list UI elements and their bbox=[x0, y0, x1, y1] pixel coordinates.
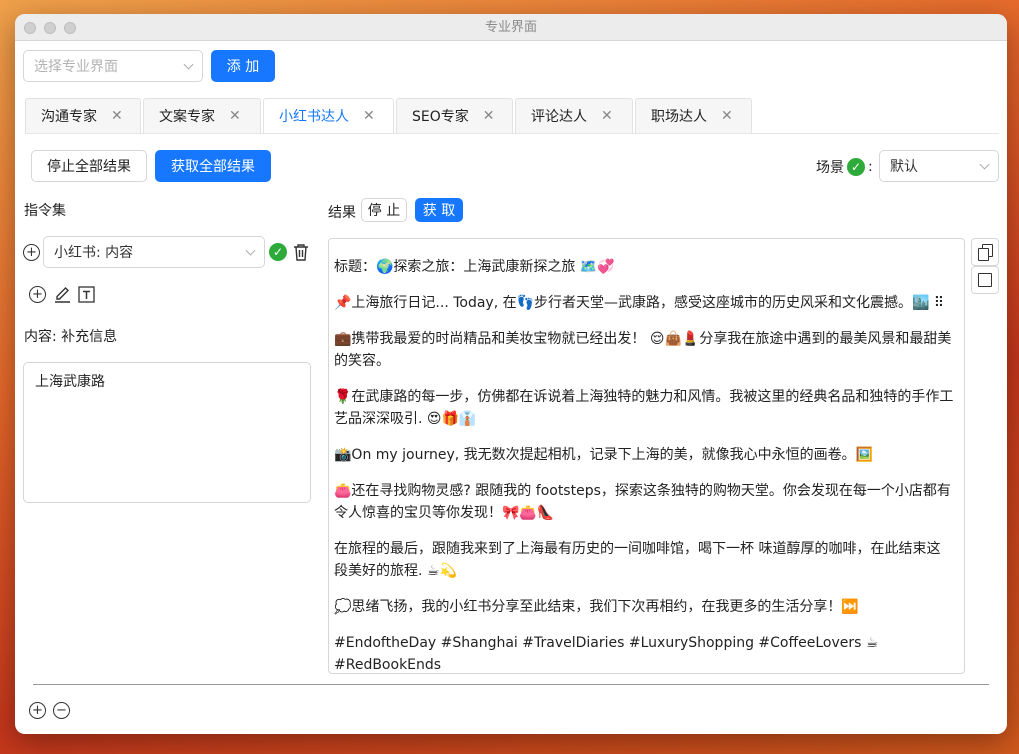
result-paragraph: 在旅程的最后，跟随我来到了上海最有历史的一间咖啡馆，喝下一杯 味道醇厚的咖啡，在… bbox=[334, 541, 941, 579]
add-button[interactable]: 添 加 bbox=[211, 50, 275, 82]
scene-label: 场景 bbox=[816, 160, 844, 176]
title-bar: 专业界面 bbox=[15, 14, 1007, 41]
result-paragraph: 💭思绪飞扬，我的小红书分享至此结束，我们下次再相约，在我更多的生活分享！⏭️ bbox=[334, 599, 859, 615]
add-circle-icon[interactable]: + bbox=[29, 702, 46, 719]
tab-workplace[interactable]: 职场达人 ✕ bbox=[635, 98, 752, 133]
scene-select[interactable]: 默认 bbox=[879, 150, 999, 182]
result-paragraph: #EndoftheDay #Shanghai #TravelDiaries #L… bbox=[334, 635, 879, 673]
close-icon[interactable]: ✕ bbox=[721, 108, 733, 124]
tab-comments[interactable]: 评论达人 ✕ bbox=[515, 98, 633, 133]
close-icon[interactable]: ✕ bbox=[601, 108, 613, 124]
window-controls bbox=[24, 22, 76, 34]
minimize-window-button[interactable] bbox=[44, 22, 56, 34]
tab-seo[interactable]: SEO专家 ✕ bbox=[396, 98, 513, 133]
square-icon bbox=[978, 273, 992, 287]
tab-label: 职场达人 bbox=[651, 109, 707, 125]
add-circle-icon[interactable]: + bbox=[29, 286, 46, 303]
text-frame-icon[interactable] bbox=[77, 285, 96, 304]
tab-label: 评论达人 bbox=[531, 109, 587, 125]
result-paragraph: 👛还在寻找购物灵感? 跟随我的 footsteps，探索这条独特的购物天堂。你会… bbox=[334, 483, 951, 521]
scene-colon: : bbox=[868, 159, 873, 175]
result-paragraph: 🌹在武康路的每一步，仿佛都在诉说着上海独特的魅力和风情。我被这里的经典名品和独特… bbox=[334, 389, 954, 427]
check-circle-icon: ✓ bbox=[847, 158, 865, 176]
tab-divider bbox=[25, 133, 999, 134]
tab-label: 沟通专家 bbox=[41, 109, 97, 125]
copy-icon bbox=[978, 244, 993, 261]
app-window: 专业界面 选择专业界面 添 加 沟通专家 ✕ 文案专家 ✕ 小红书达人 ✕ SEO专家… bbox=[15, 14, 1007, 734]
stop-button[interactable]: 停 止 bbox=[361, 198, 407, 222]
result-content: 标题：🌍探索之旅：上海武康新探之旅 🗺️💞 📌上海旅行日记... Today, … bbox=[328, 238, 965, 674]
tab-xiaohongshu[interactable]: 小红书达人 ✕ bbox=[263, 98, 394, 133]
instructions-heading: 指令集 bbox=[24, 203, 66, 219]
close-icon[interactable]: ✕ bbox=[363, 108, 375, 124]
close-icon[interactable]: ✕ bbox=[111, 108, 123, 124]
window-title: 专业界面 bbox=[484, 20, 537, 35]
add-circle-icon[interactable]: + bbox=[23, 244, 40, 261]
instruction-select[interactable]: 小红书: 内容 bbox=[43, 236, 265, 268]
bottom-divider bbox=[33, 684, 989, 685]
result-paragraph: 📌上海旅行日记... Today, 在👣步行者天堂—武康路，感受这座城市的历史风… bbox=[334, 295, 945, 311]
content-label: 内容: 补充信息 bbox=[24, 329, 118, 345]
tab-label: 文案专家 bbox=[159, 109, 215, 125]
result-paragraph: 标题：🌍探索之旅：上海武康新探之旅 🗺️💞 bbox=[334, 259, 615, 275]
tab-communication[interactable]: 沟通专家 ✕ bbox=[25, 98, 141, 133]
content-textarea[interactable]: 上海武康路 bbox=[23, 362, 311, 503]
chevron-down-icon bbox=[183, 59, 194, 70]
scene-label-group: 场景 ✓ : bbox=[816, 157, 873, 177]
profession-tabs: 沟通专家 ✕ 文案专家 ✕ 小红书达人 ✕ SEO专家 ✕ 评论达人 ✕ 职场达人 ✕ bbox=[25, 98, 752, 133]
get-all-button[interactable]: 获取全部结果 bbox=[155, 150, 271, 182]
zoom-window-button[interactable] bbox=[64, 22, 76, 34]
instruction-select-value: 小红书: 内容 bbox=[54, 245, 134, 261]
get-button[interactable]: 获 取 bbox=[415, 198, 463, 222]
remove-circle-icon[interactable]: − bbox=[53, 702, 70, 719]
check-circle-icon: ✓ bbox=[269, 243, 287, 261]
chevron-down-icon bbox=[979, 159, 990, 170]
result-paragraph: 📸On my journey, 我无数次提起相机，记录下上海的美，就像我心中永恒… bbox=[334, 447, 874, 463]
tab-copywriting[interactable]: 文案专家 ✕ bbox=[143, 98, 261, 133]
close-window-button[interactable] bbox=[24, 22, 36, 34]
trash-icon[interactable] bbox=[293, 243, 309, 261]
close-icon[interactable]: ✕ bbox=[483, 108, 495, 124]
profession-select[interactable]: 选择专业界面 bbox=[23, 50, 203, 82]
result-paragraph: 💼携带我最爱的时尚精品和美妆宝物就已经出发！ 😌👜💄分享我在旅途中遇到的最美风景… bbox=[334, 331, 952, 369]
chevron-down-icon bbox=[245, 245, 256, 256]
scene-select-value: 默认 bbox=[890, 159, 918, 175]
result-heading: 结果 bbox=[328, 205, 356, 221]
expand-button[interactable] bbox=[971, 266, 999, 294]
copy-button[interactable] bbox=[971, 238, 999, 266]
stop-all-button[interactable]: 停止全部结果 bbox=[31, 150, 147, 182]
edit-icon[interactable] bbox=[54, 286, 71, 303]
tab-label: SEO专家 bbox=[412, 109, 469, 125]
profession-select-placeholder: 选择专业界面 bbox=[34, 59, 118, 75]
close-icon[interactable]: ✕ bbox=[229, 108, 241, 124]
tab-label: 小红书达人 bbox=[279, 109, 349, 125]
